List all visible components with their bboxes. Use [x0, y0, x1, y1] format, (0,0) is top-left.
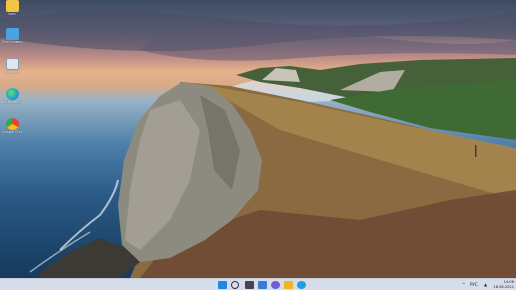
this-pc-icon — [5, 28, 19, 40]
language-indicator[interactable]: РУС — [470, 282, 478, 287]
desktop-wallpaper: Ivan Этот компьютер Корзина Microsoft Ed… — [0, 0, 516, 278]
desktop-icon-this-pc[interactable]: Этот компьютер — [2, 28, 22, 44]
edge-taskbar-button[interactable] — [297, 280, 306, 289]
network-icon[interactable]: ▲ — [484, 282, 487, 287]
chat-button[interactable] — [271, 280, 280, 289]
search-icon[interactable] — [231, 281, 239, 289]
task-view-button[interactable] — [245, 280, 254, 289]
desktop-icon-label: Ivan — [8, 12, 16, 16]
clock[interactable]: 14:06 18.08.2021 — [493, 280, 514, 289]
desktop-icon-folder[interactable]: Ivan — [2, 0, 22, 16]
clock-date: 18.08.2021 — [493, 284, 514, 289]
desktop-icon-label: Корзина — [4, 70, 20, 74]
tray-chevron[interactable]: ^ — [462, 282, 465, 287]
desktop-icon-edge[interactable]: Microsoft Edge — [2, 88, 22, 104]
start-button[interactable] — [218, 280, 227, 289]
desktop-icon-label: Google Chrome — [2, 130, 22, 134]
folder-icon — [5, 0, 19, 12]
wallpaper-scene — [0, 11, 516, 278]
taskbar: ^ РУС ▲ 14:06 18.08.2021 — [0, 278, 516, 290]
file-explorer-button[interactable] — [284, 280, 293, 289]
chrome-icon — [5, 118, 19, 130]
desktop-icon-chrome[interactable]: Google Chrome — [2, 118, 22, 134]
recycle-bin-icon — [5, 58, 19, 70]
desktop-icon-label: Этот компьютер — [2, 40, 22, 44]
edge-icon — [5, 88, 19, 100]
desktop-icon-label: Microsoft Edge — [2, 100, 22, 104]
widgets-button[interactable] — [258, 280, 267, 289]
desktop-icon-recycle-bin[interactable]: Корзина — [2, 58, 22, 74]
